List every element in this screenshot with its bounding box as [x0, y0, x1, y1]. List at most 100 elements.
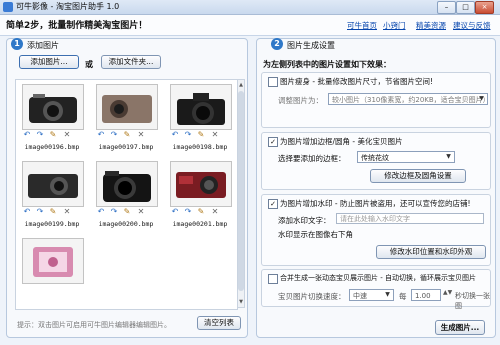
seconds-value: 1.00 — [415, 292, 431, 300]
image-thumbnail[interactable] — [96, 161, 158, 207]
maximize-button[interactable]: □ — [456, 1, 475, 14]
settings-heading: 为左侧列表中的图片设置如下效果： — [263, 60, 391, 69]
image-item[interactable]: ↶ ↷ ✎ ✕ image00200.bmp — [92, 159, 160, 234]
resize-label: 图片瘦身 - 批量修改图片尺寸，节省图片空间! — [280, 77, 433, 86]
camera-photo — [176, 172, 226, 198]
chevron-down-icon: ▼ — [479, 95, 484, 102]
edit-icon[interactable]: ✎ — [48, 207, 58, 217]
image-tools: ↶ ↷ ✎ ✕ — [22, 130, 84, 140]
camera-photo — [28, 174, 78, 198]
scroll-up-icon[interactable]: ▲ — [238, 81, 244, 89]
rotate-left-icon[interactable]: ↶ — [22, 207, 32, 217]
rotate-left-icon[interactable]: ↶ — [22, 130, 32, 140]
delete-icon[interactable]: ✕ — [136, 130, 146, 140]
camera-photo — [29, 94, 77, 123]
image-grid-scrollbar[interactable]: ▲ ▼ — [237, 79, 245, 308]
watermark-label: 为图片增加水印 - 防止图片被盗用，还可以宣传您的店铺! — [280, 199, 471, 208]
image-thumbnail[interactable] — [22, 161, 84, 207]
slogan: 简单2步，批量制作精美淘宝图片！ — [6, 21, 148, 31]
delete-icon[interactable]: ✕ — [136, 207, 146, 217]
rotate-right-icon[interactable]: ↷ — [109, 207, 119, 217]
add-images-label: 添加图片 — [27, 41, 59, 50]
watermark-position-text: 水印显示在图像右下角 — [278, 230, 353, 239]
image-grid: ↶ ↷ ✎ ✕ image00196.bmp ↶ ↷ ✎ ✕ image0019… — [15, 79, 238, 310]
animation-checkbox[interactable] — [268, 274, 278, 284]
delete-icon[interactable]: ✕ — [210, 130, 220, 140]
step-1-badge: 1 — [11, 38, 23, 50]
hint-text: 提示：双击图片可启用可牛图片编辑器编辑图片。 — [17, 321, 171, 329]
minimize-button[interactable]: – — [437, 1, 456, 14]
image-thumbnail[interactable] — [22, 238, 84, 284]
seconds-input[interactable]: 1.00 — [411, 289, 441, 301]
or-text: 或 — [85, 60, 93, 69]
add-folder-button[interactable]: 添加文件夹... — [101, 55, 161, 69]
camera-photo — [33, 247, 73, 277]
border-style-select[interactable]: 传统花纹 ▼ — [357, 151, 455, 163]
link-feedback[interactable]: 建议与反馈 — [453, 20, 491, 31]
image-filename: image00199.bmp — [24, 220, 80, 228]
link-tips[interactable]: 小窍门 — [383, 20, 406, 31]
rotate-left-icon[interactable]: ↶ — [170, 130, 180, 140]
edit-icon[interactable]: ✎ — [48, 130, 58, 140]
watermark-text-input[interactable]: 请在此处输入水印文字 — [336, 213, 484, 224]
image-item[interactable]: ↶ ↷ ✎ ✕ image00198.bmp — [166, 82, 234, 157]
border-select-label: 选择要添加的边框： — [278, 154, 346, 163]
border-settings-button[interactable]: 修改边框及圆角设置 — [370, 169, 466, 183]
image-thumbnail[interactable] — [170, 84, 232, 130]
generate-button[interactable]: 生成图片... — [435, 320, 485, 335]
watermark-settings-button[interactable]: 修改水印位置和水印外观 — [376, 245, 486, 259]
border-checkbox[interactable]: ✓ — [268, 137, 278, 147]
watermark-checkbox[interactable]: ✓ — [268, 199, 278, 209]
clear-list-button[interactable]: 清空列表 — [197, 316, 241, 330]
camera-photo — [103, 171, 151, 202]
scrollbar-thumb[interactable] — [238, 91, 244, 291]
rotate-right-icon[interactable]: ↷ — [35, 130, 45, 140]
chevron-down-icon: ▼ — [385, 291, 390, 298]
settings-label: 图片生成设置 — [287, 41, 335, 50]
link-resources[interactable]: 精美资源 — [416, 20, 446, 31]
scroll-down-icon[interactable]: ▼ — [238, 298, 244, 306]
animation-section: 合并生成一张动态宝贝展示图片 - 自动切换，循环展示宝贝图片 宝贝图片切换速度：… — [261, 269, 491, 310]
resize-checkbox[interactable] — [268, 77, 278, 87]
edit-icon[interactable]: ✎ — [122, 207, 132, 217]
switch-speed-select[interactable]: 中速 ▼ — [349, 289, 394, 301]
image-item[interactable] — [18, 236, 86, 311]
step-2-badge: 2 — [271, 38, 283, 50]
border-section: ✓ 为图片增加边框/圆角 - 美化宝贝图片 选择要添加的边框： 传统花纹 ▼ 修… — [261, 132, 491, 190]
rotate-right-icon[interactable]: ↷ — [183, 130, 193, 140]
image-thumbnail[interactable] — [22, 84, 84, 130]
image-item[interactable]: ↶ ↷ ✎ ✕ image00197.bmp — [92, 82, 160, 157]
image-tools: ↶ ↷ ✎ ✕ — [170, 207, 232, 217]
rotate-right-icon[interactable]: ↷ — [35, 207, 45, 217]
rotate-left-icon[interactable]: ↶ — [96, 130, 106, 140]
resize-size-select[interactable]: 较小图片（310像素宽，约20KB，适合宝贝图片） ▼ — [328, 93, 488, 105]
rotate-right-icon[interactable]: ↷ — [183, 207, 193, 217]
close-button[interactable]: × — [475, 1, 494, 14]
link-home[interactable]: 可牛首页 — [347, 20, 377, 31]
edit-icon[interactable]: ✎ — [196, 207, 206, 217]
image-item[interactable]: ↶ ↷ ✎ ✕ image00201.bmp — [166, 159, 234, 234]
seconds-label: 秒切换一张图 — [455, 292, 490, 310]
rotate-right-icon[interactable]: ↷ — [109, 130, 119, 140]
image-thumbnail[interactable] — [96, 84, 158, 130]
animation-label: 合并生成一张动态宝贝展示图片 - 自动切换，循环展示宝贝图片 — [280, 274, 476, 282]
camera-photo — [177, 93, 225, 125]
seconds-stepper-icon[interactable]: ▲▼ — [443, 289, 452, 296]
switch-speed-label: 宝贝图片切换速度： — [278, 292, 346, 301]
delete-icon[interactable]: ✕ — [210, 207, 220, 217]
image-item[interactable]: ↶ ↷ ✎ ✕ image00196.bmp — [18, 82, 86, 157]
switch-speed-value: 中速 — [353, 292, 367, 300]
resize-size-value: 较小图片（310像素宽，约20KB，适合宝贝图片） — [332, 96, 488, 104]
delete-icon[interactable]: ✕ — [62, 207, 72, 217]
every-label: 每 — [399, 292, 407, 301]
delete-icon[interactable]: ✕ — [62, 130, 72, 140]
image-item[interactable]: ↶ ↷ ✎ ✕ image00199.bmp — [18, 159, 86, 234]
add-images-panel: 1 添加图片 添加图片... 或 添加文件夹... ↶ ↷ ✎ ✕ image0… — [6, 38, 248, 338]
image-tools: ↶ ↷ ✎ ✕ — [96, 130, 158, 140]
edit-icon[interactable]: ✎ — [196, 130, 206, 140]
edit-icon[interactable]: ✎ — [122, 130, 132, 140]
add-image-button[interactable]: 添加图片... — [19, 55, 79, 69]
rotate-left-icon[interactable]: ↶ — [96, 207, 106, 217]
rotate-left-icon[interactable]: ↶ — [170, 207, 180, 217]
image-thumbnail[interactable] — [170, 161, 232, 207]
